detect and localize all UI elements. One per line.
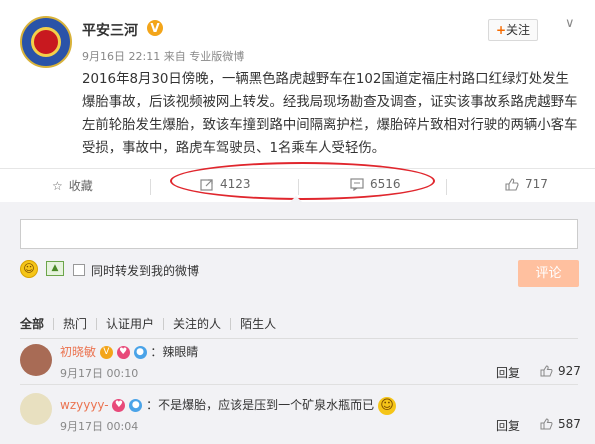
comment-line: 初晓敏 V ♥ ● ：辣眼睛 <box>60 343 198 360</box>
forward-label: 同时转发到我的微博 <box>91 264 200 278</box>
member-badge-icon: ♥ <box>112 399 126 412</box>
post-time[interactable]: 9月16日 22:11 <box>82 50 160 63</box>
post-content: 2016年8月30日傍晚，一辆黑色路虎越野车在102国道定福庄村路口红绿灯处发生… <box>82 72 578 156</box>
comment-input[interactable] <box>20 219 578 249</box>
balloon-badge-icon: ● <box>129 399 143 412</box>
favorite-button[interactable]: ☆ 收藏 <box>52 177 93 194</box>
filter-verified[interactable]: 认证用户 <box>96 318 163 330</box>
comment-like-button[interactable]: 927 <box>540 364 581 378</box>
filter-hot[interactable]: 热门 <box>53 318 96 330</box>
commenter-name[interactable]: 初晓敏 <box>60 345 96 359</box>
filter-strangers[interactable]: 陌生人 <box>230 318 285 330</box>
police-emblem-icon <box>31 27 61 57</box>
favorite-label: 收藏 <box>68 179 93 193</box>
highlight-oval <box>170 162 435 200</box>
commenter-avatar[interactable] <box>20 344 52 376</box>
post-source[interactable]: 专业版微博 <box>189 50 244 63</box>
filter-all[interactable]: 全部 <box>20 318 53 330</box>
filter-divider <box>20 338 578 339</box>
member-badge-icon: ♥ <box>116 346 130 359</box>
comment-like-count: 587 <box>558 417 581 431</box>
divider <box>150 179 151 195</box>
comment-filters: 全部 热门 认证用户 关注的人 陌生人 <box>20 318 285 330</box>
divider <box>446 179 447 195</box>
commenter-avatar[interactable] <box>20 393 52 425</box>
emoji-icon[interactable]: ☺ <box>20 260 38 278</box>
verified-badge-icon: V <box>99 346 113 359</box>
plus-icon: + <box>495 23 507 37</box>
thumbs-up-icon <box>505 177 519 191</box>
comment-time: 9月17日 00:04 <box>60 420 139 433</box>
reply-button[interactable]: 回复 <box>496 417 520 434</box>
balloon-badge-icon: ● <box>133 346 147 359</box>
image-icon[interactable]: ▲ <box>46 261 64 276</box>
submit-comment-button[interactable]: 评论 <box>518 260 579 287</box>
comment-time: 9月17日 00:10 <box>60 367 139 380</box>
chevron-down-icon[interactable]: ∨ <box>565 16 575 31</box>
comment-text: ：不是爆胎，应该是压到一个矿泉水瓶而已 <box>146 398 375 412</box>
author-name[interactable]: 平安三河 <box>82 20 138 40</box>
follow-label: 关注 <box>506 23 531 37</box>
smile-emoji-icon: ☺ <box>377 396 396 415</box>
commenter-name[interactable]: wzyyyy- <box>60 398 109 412</box>
post-meta: 9月16日 22:11 来自 专业版微博 <box>82 48 244 64</box>
filter-following[interactable]: 关注的人 <box>163 318 230 330</box>
like-button[interactable]: 717 <box>505 177 548 191</box>
forward-checkbox[interactable] <box>73 264 85 276</box>
star-icon: ☆ <box>52 178 63 193</box>
comment-line: wzyyyy- ♥ ● ：不是爆胎，应该是压到一个矿泉水瓶而已 ☺ <box>60 396 396 415</box>
thumbs-up-icon <box>540 418 553 430</box>
source-prefix: 来自 <box>163 50 186 63</box>
comment-text: ：辣眼睛 <box>150 345 199 359</box>
like-count: 717 <box>525 177 548 191</box>
comment-like-count: 927 <box>558 364 581 378</box>
comment-like-button[interactable]: 587 <box>540 417 581 431</box>
verified-badge-icon: V <box>147 20 163 36</box>
author-avatar[interactable] <box>20 16 72 68</box>
thumbs-up-icon <box>540 365 553 377</box>
reply-button[interactable]: 回复 <box>496 364 520 381</box>
follow-button[interactable]: +关注 <box>488 19 538 41</box>
comment-divider <box>20 384 578 385</box>
